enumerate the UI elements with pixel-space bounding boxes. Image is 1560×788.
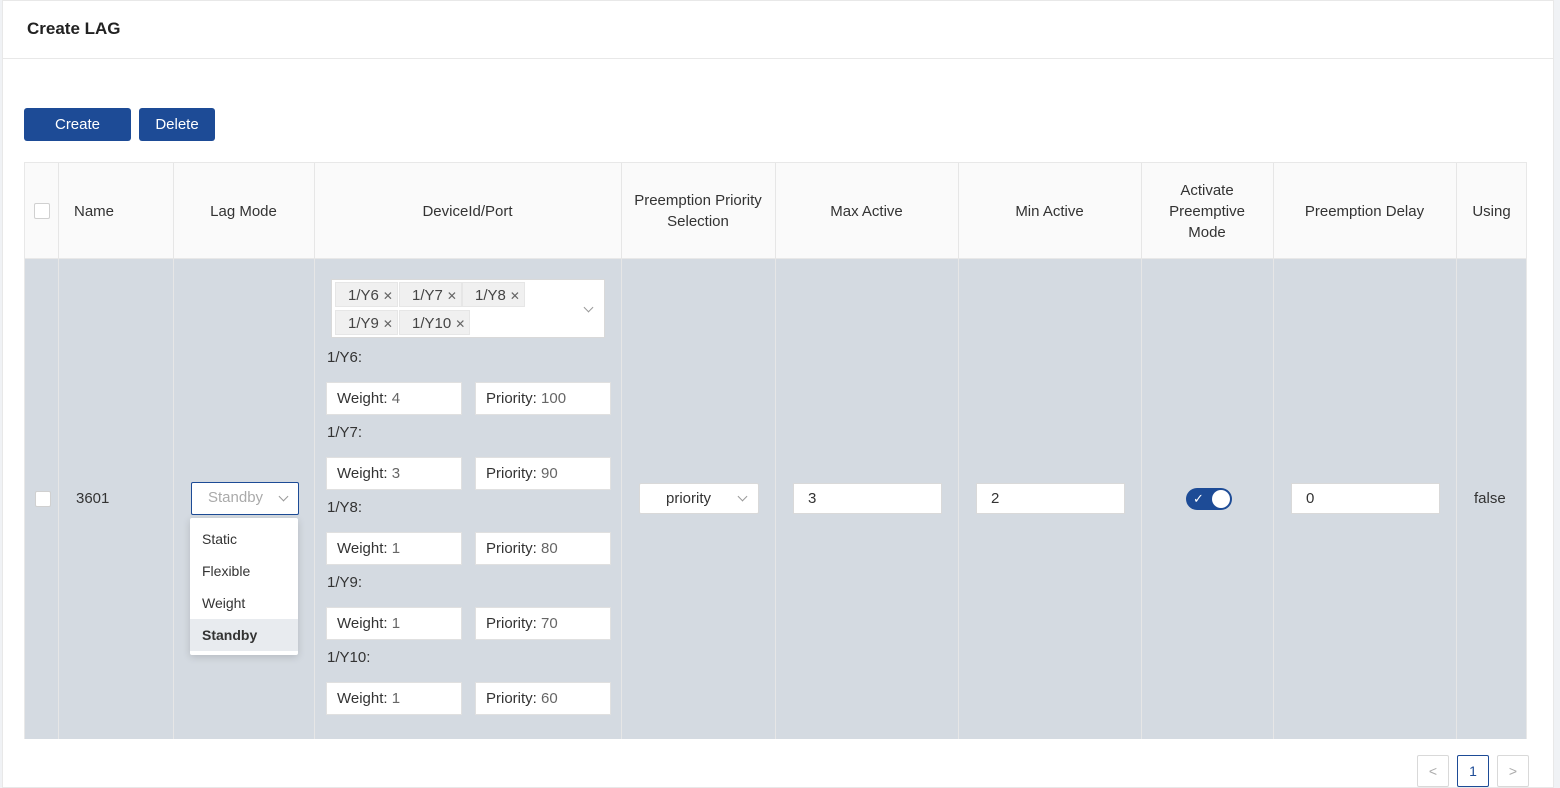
lag-mode-option-static[interactable]: Static [190,523,298,555]
select-all-checkbox[interactable] [34,203,50,219]
port-label: 1/Y8: [327,499,363,516]
chevron-right-icon[interactable]: > [1497,755,1529,787]
column-divider [1141,163,1142,739]
lag-mode-value: Standby [208,489,264,506]
close-icon[interactable]: ✕ [510,284,520,309]
lag-mode-option-flexible[interactable]: Flexible [190,555,298,587]
delete-button[interactable]: Delete [139,108,215,141]
column-header-lag-mode[interactable]: Lag Mode [173,163,314,259]
close-icon[interactable]: ✕ [383,284,393,309]
close-icon[interactable]: ✕ [447,284,457,309]
preemption-priority-value: priority [666,490,712,507]
max-active-input[interactable]: 3 [793,483,942,514]
chevron-left-icon[interactable]: < [1417,755,1449,787]
port-tag: 1/Y6 ✕ [335,282,398,307]
lag-mode-dropdown: Static Flexible Weight Standby [190,518,298,655]
column-header-min-active[interactable]: Min Active [958,163,1141,259]
lag-mode-select[interactable]: Standby [191,482,299,515]
lag-mode-option-weight[interactable]: Weight [190,587,298,619]
port-label: 1/Y7: [327,424,363,441]
column-header-activate-preemptive-mode[interactable]: Activate Preemptive Mode [1161,163,1253,259]
port-multiselect[interactable]: 1/Y6 ✕ 1/Y7 ✕ 1/Y8 ✕ 1/Y9 ✕ 1/Y10 ✕ [331,279,605,338]
priority-field[interactable]: Priority: 60 [475,682,611,715]
close-icon[interactable]: ✕ [383,312,393,337]
weight-field[interactable]: Weight: 1 [326,607,462,640]
page-title: Create LAG [27,19,121,38]
port-tag: 1/Y8 ✕ [462,282,525,307]
activate-preemptive-mode-toggle[interactable]: ✓ [1186,488,1232,510]
column-header-name[interactable]: Name [58,163,173,259]
column-header-max-active[interactable]: Max Active [775,163,958,259]
chevron-down-icon [737,491,748,502]
check-icon: ✓ [1193,491,1204,506]
weight-field[interactable]: Weight: 1 [326,682,462,715]
toggle-knob [1212,490,1230,508]
column-header-using[interactable]: Using [1456,163,1527,259]
port-label: 1/Y6: [327,349,363,366]
min-active-input[interactable]: 2 [976,483,1125,514]
using-value: false [1474,490,1506,507]
chevron-down-icon [278,491,289,502]
priority-field[interactable]: Priority: 100 [475,382,611,415]
panel-header: Create LAG [3,1,1553,59]
row-name: 3601 [76,490,110,507]
preemption-priority-select[interactable]: priority [639,483,759,514]
lag-mode-option-standby[interactable]: Standby [190,619,298,651]
port-label: 1/Y10: [327,649,371,666]
column-header-preemption-priority-selection[interactable]: Preemption Priority Selection [631,163,765,259]
priority-field[interactable]: Priority: 80 [475,532,611,565]
row-checkbox[interactable] [35,491,51,507]
weight-field[interactable]: Weight: 3 [326,457,462,490]
port-label: 1/Y9: [327,574,363,591]
preemption-delay-input[interactable]: 0 [1291,483,1440,514]
column-header-preemption-delay[interactable]: Preemption Delay [1273,163,1456,259]
chevron-down-icon [583,302,594,313]
priority-field[interactable]: Priority: 70 [475,607,611,640]
weight-field[interactable]: Weight: 4 [326,382,462,415]
port-tag: 1/Y10 ✕ [399,310,471,337]
weight-field[interactable]: Weight: 1 [326,532,462,565]
port-tag: 1/Y9 ✕ [335,310,398,335]
column-divider [621,163,622,739]
port-tag: 1/Y7 ✕ [399,282,462,307]
priority-field[interactable]: Priority: 90 [475,457,611,490]
create-lag-button[interactable]: Create LAG [24,108,131,166]
page-number-button[interactable]: 1 [1457,755,1489,787]
column-header-device-port[interactable]: DeviceId/Port [314,163,621,259]
close-icon[interactable]: ✕ [455,312,465,337]
